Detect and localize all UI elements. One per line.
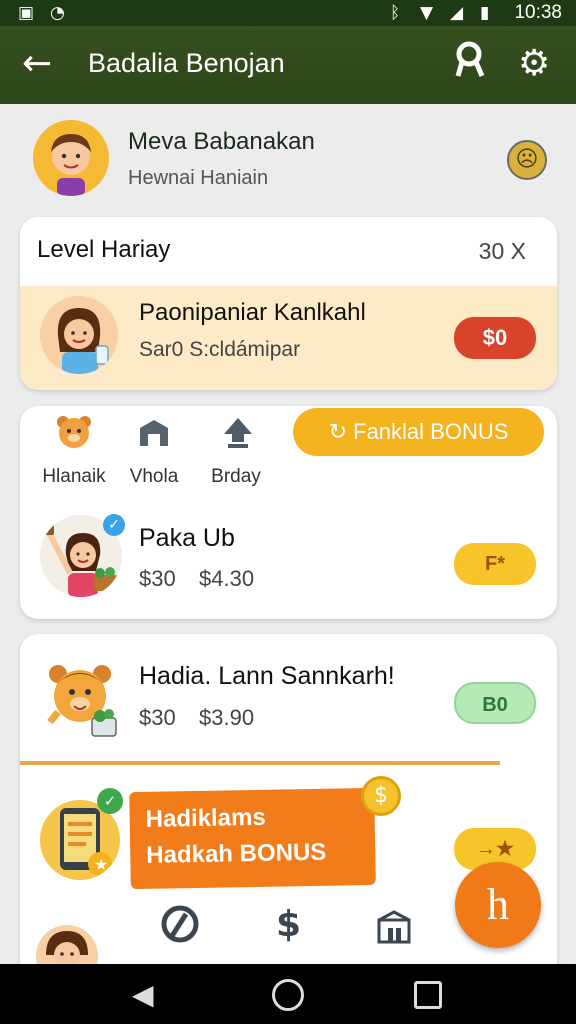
battery-icon: ▮: [480, 3, 490, 23]
promo-subtitle: Sar0 S:cldámipar: [139, 338, 301, 361]
banner-line-1: Hadiklams: [145, 803, 266, 833]
bear-mascot: [42, 662, 122, 742]
status-bar: ▣ ◔ ᛒ ▼ ◢ ▮ 10:38: [0, 0, 576, 26]
item-action-button-2[interactable]: B0: [454, 682, 536, 724]
tab-label-2[interactable]: Vhola: [120, 466, 188, 488]
back-arrow-icon[interactable]: ←: [22, 40, 52, 88]
android-nav-bar: ◀: [0, 964, 576, 1024]
info-badge-icon: ✓: [103, 514, 125, 536]
item-price-old-1: $30: [139, 566, 176, 591]
signal-icon: ◢: [450, 3, 464, 23]
progress-divider: [20, 761, 500, 765]
item-title-1: Paka Ub: [139, 524, 235, 552]
item-price-old-2: $30: [139, 705, 176, 730]
nav-recents-icon[interactable]: [414, 981, 442, 1009]
star-icon: →★: [476, 838, 514, 860]
item-price-new-2: $3.90: [199, 705, 255, 730]
leaf-badge-icon: ✓: [97, 788, 123, 814]
dollar-icon[interactable]: $: [276, 904, 301, 945]
bonus-button[interactable]: ↻ Fanklal BONUS: [293, 408, 544, 456]
leaf-icon[interactable]: [160, 904, 200, 948]
promo-price-button[interactable]: $0: [454, 317, 536, 359]
profile-subtitle: Hewnai Haniain: [128, 167, 269, 189]
profile-avatar[interactable]: [33, 120, 109, 196]
promo-title: Paonipaniar Kanlkahl: [139, 299, 366, 326]
refresh-icon: ↻: [328, 419, 354, 444]
home-icon[interactable]: [124, 414, 184, 459]
gear-icon[interactable]: ⚙: [518, 40, 550, 88]
h-logo-icon: h: [487, 880, 509, 929]
coin-icon: $: [361, 776, 401, 816]
mood-icon[interactable]: ☹: [507, 140, 547, 180]
tab-label-1[interactable]: Hlanaik: [36, 466, 112, 488]
promo-avatar: [40, 296, 118, 374]
page-title: Badalia Benojan: [88, 48, 285, 78]
item-title-2: Hadia. Lann Sannkarh!: [139, 662, 395, 690]
bonus-button-label: Fanklal BONUS: [353, 419, 509, 444]
nav-home-icon[interactable]: [272, 979, 304, 1011]
level-value: 30 X: [478, 238, 526, 264]
status-time: 10:38: [514, 2, 562, 23]
item-action-button-1[interactable]: F*: [454, 543, 536, 585]
level-title: Level Hariay: [37, 236, 171, 263]
badge-icon[interactable]: [452, 40, 488, 93]
nav-back-icon[interactable]: ◀: [132, 978, 154, 1011]
image-icon: ▣: [18, 3, 35, 23]
girl-avatar-small: [36, 925, 98, 969]
store-icon[interactable]: [376, 908, 412, 948]
wifi-icon: ▼: [420, 3, 434, 23]
tab-label-3[interactable]: Brday: [204, 466, 268, 488]
profile-name: Meva Babanakan: [128, 128, 315, 155]
clock-icon: ◔: [50, 3, 65, 23]
item-price-new-1: $4.30: [199, 566, 255, 591]
bonus-banner[interactable]: Hadiklams Hadkah BONUS: [129, 787, 376, 890]
app-bar: ← Badalia Benojan ⚙: [0, 26, 576, 104]
bluetooth-icon: ᛒ: [390, 3, 401, 23]
floating-action-button[interactable]: h: [455, 862, 541, 948]
banner-line-2: Hadkah BONUS: [146, 838, 327, 869]
upload-icon[interactable]: [208, 414, 268, 459]
bear-icon[interactable]: [44, 414, 104, 459]
